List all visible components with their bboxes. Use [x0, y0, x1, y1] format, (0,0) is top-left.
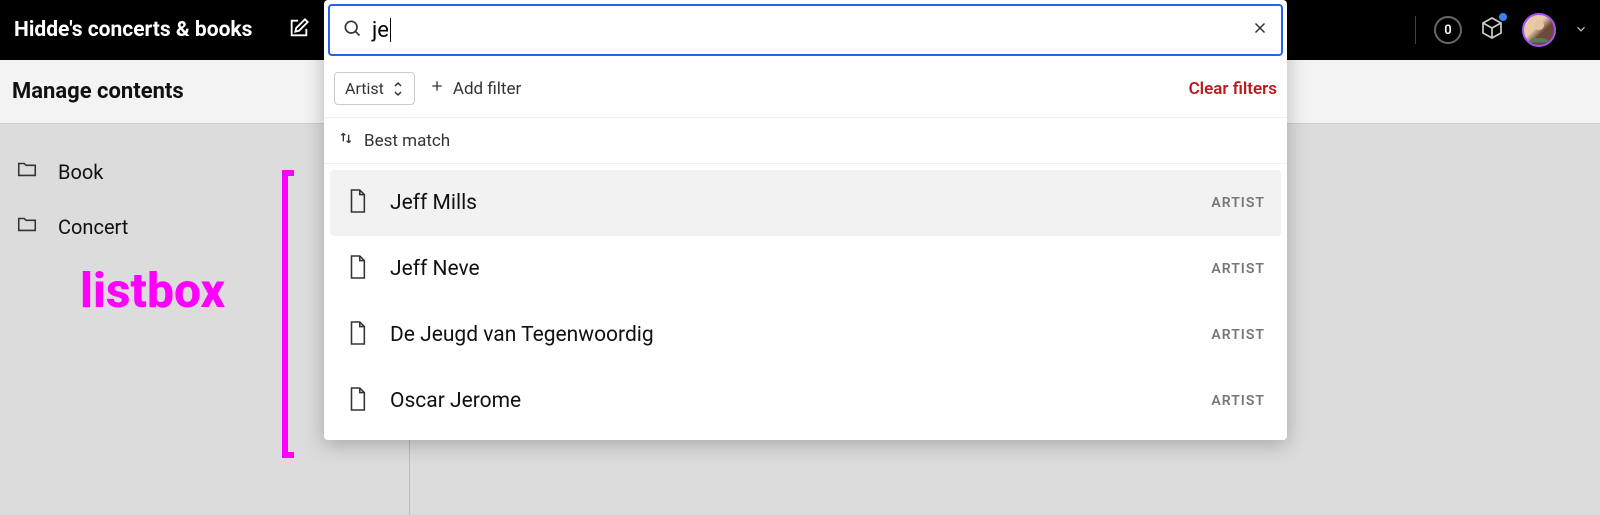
- notification-dot-icon: [1499, 13, 1507, 21]
- filter-chip-artist[interactable]: Artist: [334, 72, 415, 105]
- result-item[interactable]: De Jeugd van Tegenwoordig ARTIST: [330, 302, 1281, 368]
- filter-row: Artist Add filter Clear filters: [324, 60, 1287, 118]
- caret-icon: [390, 18, 391, 42]
- result-name: Jeff Neve: [390, 257, 480, 281]
- result-item[interactable]: Jeff Neve ARTIST: [330, 236, 1281, 302]
- search-icon: [342, 18, 362, 42]
- document-icon: [346, 386, 368, 416]
- annotation-bracket: [282, 170, 294, 458]
- package-icon[interactable]: [1480, 16, 1504, 44]
- sidebar-item-label: Book: [58, 160, 103, 184]
- search-panel: je Artist Add filter Clear filters Best …: [324, 0, 1287, 440]
- folder-icon: [16, 213, 38, 240]
- add-filter-button[interactable]: Add filter: [429, 78, 521, 99]
- search-row: je: [324, 0, 1287, 60]
- compose-icon[interactable]: [288, 17, 310, 43]
- result-item[interactable]: Jeff Mills ARTIST: [330, 170, 1281, 236]
- result-name: Jeff Mills: [390, 191, 477, 215]
- clear-filters-button[interactable]: Clear filters: [1189, 79, 1277, 99]
- search-box[interactable]: je: [328, 4, 1283, 56]
- result-tag: ARTIST: [1211, 261, 1265, 277]
- search-input[interactable]: je: [372, 18, 389, 43]
- sort-arrows-icon: [338, 130, 354, 151]
- notifications-badge[interactable]: 0: [1434, 16, 1462, 44]
- result-tag: ARTIST: [1211, 195, 1265, 211]
- app-title: Hidde's concerts & books: [12, 18, 252, 42]
- chevron-down-icon[interactable]: [1574, 21, 1588, 40]
- result-name: De Jeugd van Tegenwoordig: [390, 323, 654, 347]
- header-right-controls: 0: [1415, 13, 1588, 47]
- avatar[interactable]: [1522, 13, 1556, 47]
- document-icon: [346, 188, 368, 218]
- result-tag: ARTIST: [1211, 393, 1265, 409]
- document-icon: [346, 254, 368, 284]
- sort-row[interactable]: Best match: [324, 118, 1287, 164]
- add-filter-label: Add filter: [453, 79, 521, 99]
- annotation-label: listbox: [80, 262, 225, 319]
- folder-icon: [16, 158, 38, 185]
- page-title: Manage contents: [12, 79, 184, 104]
- result-item[interactable]: Oscar Jerome ARTIST: [330, 368, 1281, 434]
- sort-label: Best match: [364, 131, 450, 151]
- divider: [1415, 16, 1416, 44]
- close-icon[interactable]: [1251, 19, 1269, 41]
- select-arrows-icon: [392, 81, 404, 97]
- plus-icon: [429, 78, 445, 99]
- filter-chip-label: Artist: [345, 79, 384, 98]
- result-tag: ARTIST: [1211, 327, 1265, 343]
- result-name: Oscar Jerome: [390, 389, 521, 413]
- results-listbox: Jeff Mills ARTIST Jeff Neve ARTIST De Je…: [324, 164, 1287, 440]
- document-icon: [346, 320, 368, 350]
- sidebar-item-label: Concert: [58, 215, 128, 239]
